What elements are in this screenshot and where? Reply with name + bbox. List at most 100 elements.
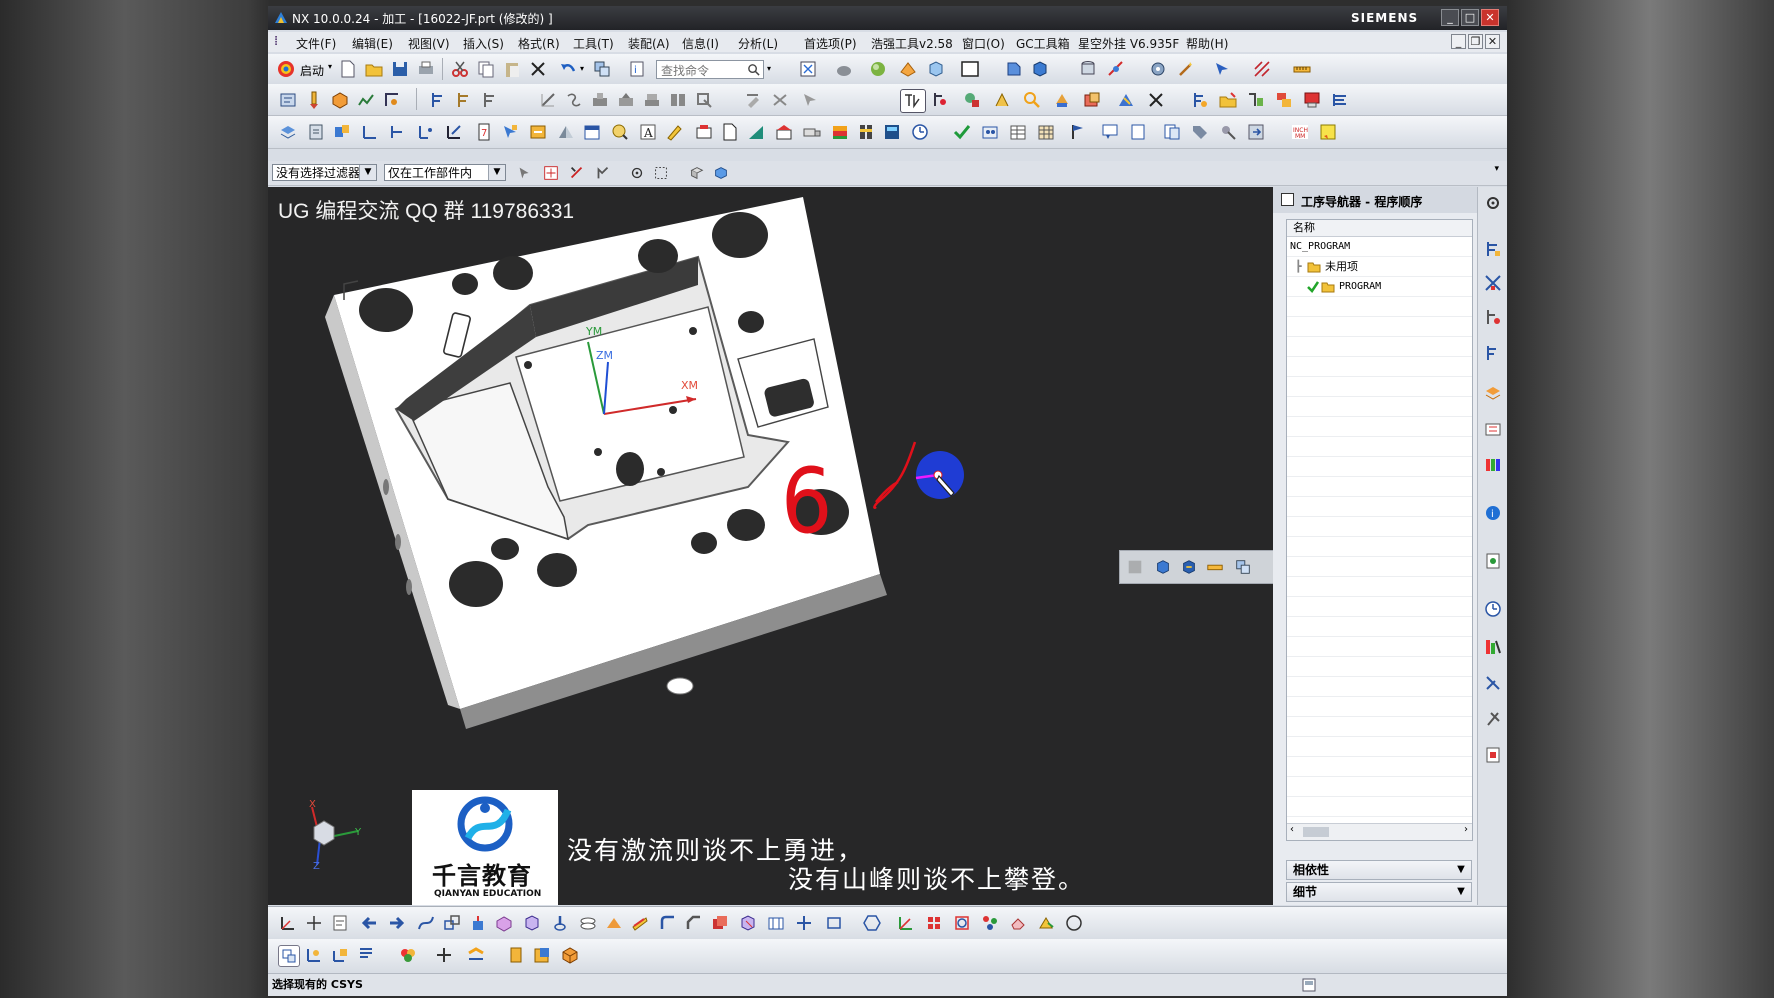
datum-icon[interactable] bbox=[388, 122, 408, 142]
toolbar-options-icon[interactable]: ▾ bbox=[1494, 164, 1499, 174]
sphere-render-icon[interactable] bbox=[868, 59, 888, 79]
chamfer-icon[interactable] bbox=[684, 913, 704, 933]
menu-haoqiang-tools[interactable]: 浩强工具v2.58 bbox=[871, 35, 953, 52]
sketch-icon[interactable] bbox=[330, 913, 350, 933]
orient-icon[interactable] bbox=[466, 945, 486, 965]
maximize-button[interactable]: □ bbox=[1461, 9, 1479, 26]
crosshair-icon[interactable] bbox=[434, 945, 454, 965]
operation-navigator-tab-icon[interactable] bbox=[1483, 239, 1503, 259]
cut-icon[interactable] bbox=[450, 59, 470, 79]
menu-analysis[interactable]: 分析(L) bbox=[738, 35, 778, 52]
list-view-icon[interactable] bbox=[1330, 90, 1350, 110]
user-defined-icon[interactable] bbox=[1218, 122, 1238, 142]
navigator-tree[interactable]: 名称 NC_PROGRAM ┣ 未用项 PROGRAM ‹ › bbox=[1286, 219, 1473, 841]
menu-gc-toolkit[interactable]: GC工具箱 bbox=[1016, 35, 1070, 52]
hd3d-tab-icon[interactable] bbox=[1483, 419, 1503, 439]
column-header-name[interactable]: 名称 bbox=[1287, 220, 1472, 237]
start-button[interactable]: 启动 bbox=[300, 62, 324, 79]
undo-icon[interactable] bbox=[558, 59, 578, 79]
find-tool-icon[interactable] bbox=[1022, 90, 1042, 110]
doc-close-button[interactable]: ✕ bbox=[1485, 34, 1500, 49]
cut-object-icon[interactable] bbox=[770, 90, 790, 110]
chevron-down-icon[interactable]: ▼ bbox=[1454, 884, 1468, 900]
color-swatch-icon[interactable] bbox=[830, 122, 850, 142]
csys-tool-icon[interactable] bbox=[360, 122, 380, 142]
machine-tool-tab-icon[interactable] bbox=[1483, 273, 1503, 293]
tree-row-unused-items[interactable]: ┣ 未用项 bbox=[1287, 257, 1472, 277]
menu-xingkong-plugin[interactable]: 星空外挂 V6.935F bbox=[1078, 35, 1179, 52]
system-scene-tab-icon[interactable] bbox=[1483, 673, 1503, 693]
menu-tools[interactable]: 工具(T) bbox=[573, 35, 614, 52]
snap-point-icon[interactable] bbox=[542, 164, 560, 182]
edge-blend-icon[interactable] bbox=[658, 913, 678, 933]
layer-window-icon[interactable] bbox=[960, 59, 980, 79]
paste-icon[interactable] bbox=[502, 59, 522, 79]
replace-face-icon[interactable] bbox=[1180, 558, 1198, 576]
block-icon[interactable] bbox=[694, 122, 714, 142]
save-view-icon[interactable] bbox=[532, 945, 552, 965]
verify-path-icon[interactable] bbox=[590, 90, 610, 110]
minimize-button[interactable]: _ bbox=[1441, 9, 1459, 26]
wizard-icon[interactable] bbox=[1176, 59, 1196, 79]
create-operation-icon[interactable] bbox=[382, 90, 402, 110]
menu-edit[interactable]: 编辑(E) bbox=[352, 35, 393, 52]
search-icon[interactable] bbox=[747, 63, 760, 76]
pattern-icon[interactable] bbox=[924, 913, 944, 933]
tool-library-tab-icon[interactable] bbox=[1483, 709, 1503, 729]
solid-cube-icon[interactable] bbox=[712, 164, 730, 182]
pencil-icon[interactable] bbox=[664, 122, 684, 142]
delete-path-icon[interactable] bbox=[1146, 90, 1166, 110]
menu-insert[interactable]: 插入(S) bbox=[463, 35, 504, 52]
wave-link-icon[interactable] bbox=[528, 122, 548, 142]
geometry-view-icon[interactable] bbox=[480, 90, 500, 110]
details-section[interactable]: 细节 ▼ bbox=[1286, 882, 1472, 902]
list-tools-icon[interactable] bbox=[356, 945, 376, 965]
tooling-icon[interactable] bbox=[856, 122, 876, 142]
truck-icon[interactable] bbox=[802, 122, 822, 142]
tool-magazine-icon[interactable] bbox=[506, 945, 526, 965]
shade-mode-icon[interactable] bbox=[834, 59, 854, 79]
edit-object-icon[interactable] bbox=[744, 90, 764, 110]
menu-format[interactable]: 格式(R) bbox=[518, 35, 560, 52]
tree-feature-icon[interactable] bbox=[980, 913, 1000, 933]
scope-dropdown[interactable]: 仅在工作部件内 ▼ bbox=[384, 164, 506, 181]
pad-feature-icon[interactable] bbox=[630, 913, 650, 933]
curve-icon[interactable] bbox=[416, 913, 436, 933]
chevron-down-icon[interactable]: ▼ bbox=[488, 165, 505, 180]
horizontal-scrollbar[interactable]: ‹ › bbox=[1287, 823, 1472, 840]
report-icon[interactable] bbox=[1274, 90, 1294, 110]
csys-abs-icon[interactable] bbox=[278, 913, 298, 933]
save-icon[interactable] bbox=[390, 59, 410, 79]
general-selection-icon[interactable] bbox=[516, 164, 534, 182]
point-snap-icon[interactable] bbox=[628, 164, 646, 182]
boundary-icon[interactable] bbox=[330, 945, 350, 965]
clipboard-icon[interactable] bbox=[306, 122, 326, 142]
start-dropdown-icon[interactable]: ▾ bbox=[328, 62, 332, 71]
offset-curve-icon[interactable] bbox=[442, 913, 462, 933]
calendar-icon[interactable] bbox=[582, 122, 602, 142]
shop-doc-icon[interactable] bbox=[668, 90, 688, 110]
note-icon[interactable] bbox=[1128, 122, 1148, 142]
pocket-feature-icon[interactable] bbox=[604, 913, 624, 933]
create-geometry-icon[interactable] bbox=[330, 90, 350, 110]
generate-path-icon[interactable] bbox=[538, 90, 558, 110]
scroll-left-icon[interactable]: ‹ bbox=[1290, 824, 1294, 835]
point-icon[interactable] bbox=[416, 122, 436, 142]
doc-restore-button[interactable]: ❐ bbox=[1468, 34, 1483, 49]
boss-feature-icon[interactable] bbox=[578, 913, 598, 933]
arrow-left-icon[interactable] bbox=[360, 913, 380, 933]
tool-holder-icon[interactable] bbox=[962, 90, 982, 110]
status-window-icon[interactable] bbox=[1302, 978, 1316, 992]
inch-mm-icon[interactable]: INCHMM bbox=[1290, 122, 1310, 142]
command-search-input[interactable] bbox=[659, 62, 747, 79]
palette-tab-icon[interactable] bbox=[1483, 455, 1503, 475]
flag-icon[interactable] bbox=[1068, 122, 1088, 142]
line-tool-icon[interactable] bbox=[444, 122, 464, 142]
palette-multi-icon[interactable] bbox=[398, 945, 418, 965]
delete-icon[interactable] bbox=[528, 59, 548, 79]
history-tab-icon[interactable] bbox=[1483, 551, 1503, 571]
undo-dropdown-icon[interactable]: ▾ bbox=[580, 64, 584, 73]
create-method-icon[interactable] bbox=[356, 90, 376, 110]
shop-icon[interactable] bbox=[774, 122, 794, 142]
move-face-icon[interactable] bbox=[1154, 558, 1172, 576]
